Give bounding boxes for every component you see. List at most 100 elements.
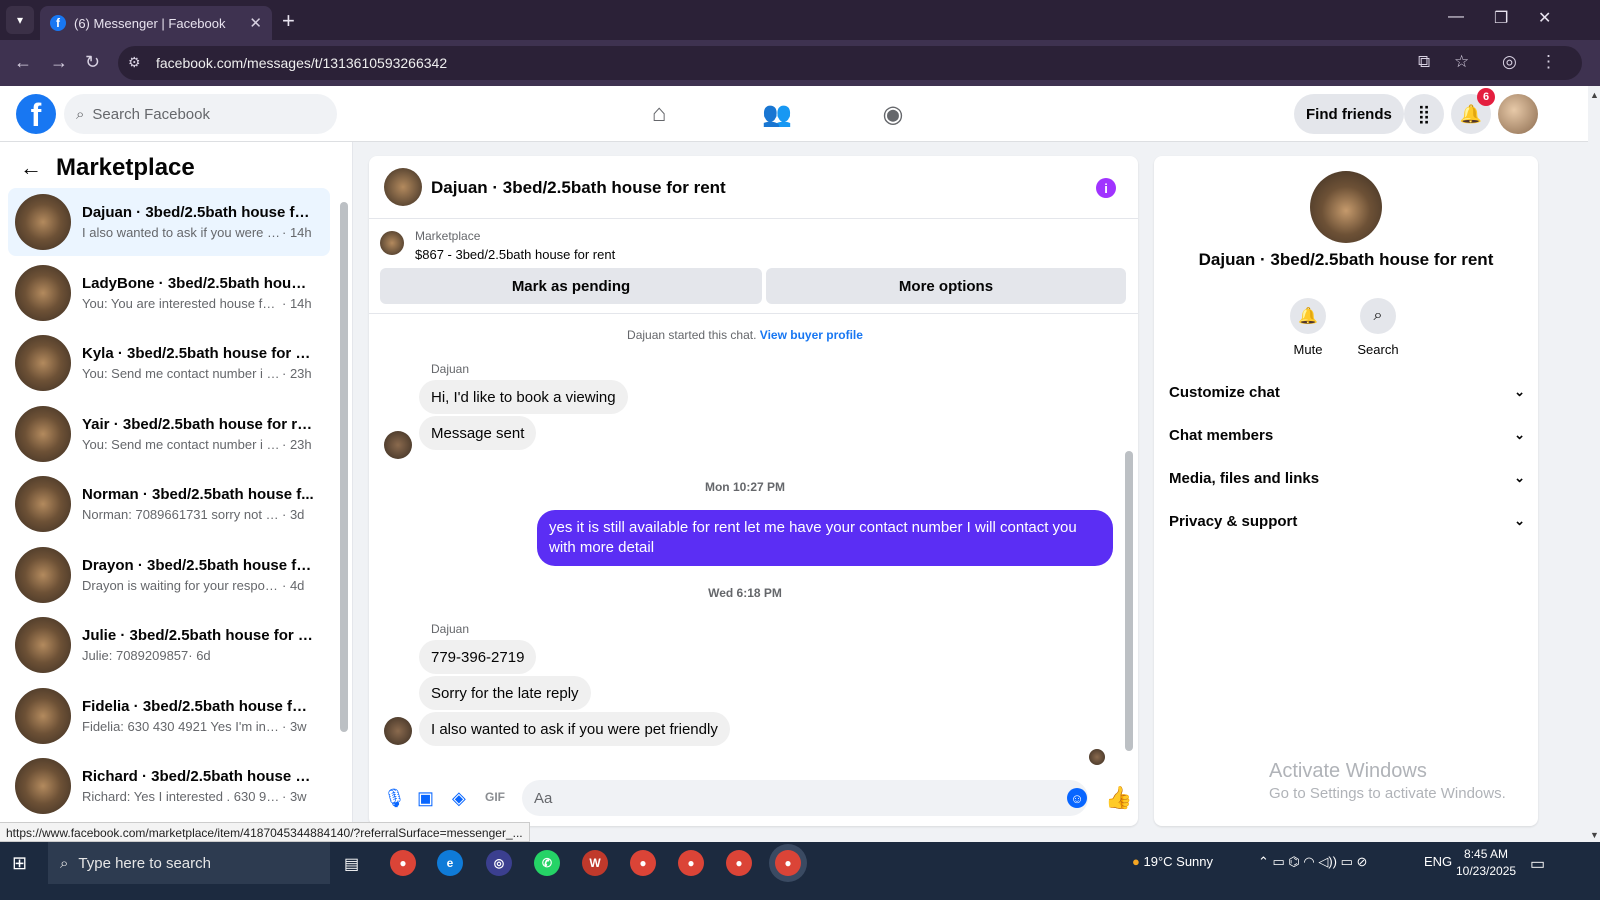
browser-tab[interactable]: f (6) Messenger | Facebook ✕ — [40, 6, 272, 40]
tab-list-button[interactable]: ▾ — [6, 6, 34, 34]
chat-scrollbar[interactable] — [1125, 451, 1133, 751]
preview-text: Julie: 7089209857 — [82, 648, 189, 663]
reload-icon[interactable]: ↻ — [85, 52, 100, 73]
language-indicator[interactable]: ENG — [1424, 854, 1452, 869]
url-text[interactable]: facebook.com/messages/t/1313610593266342 — [156, 55, 447, 71]
minimize-button[interactable]: — — [1448, 8, 1464, 26]
mark-as-pending-button[interactable]: Mark as pending — [380, 268, 762, 304]
conversation-avatar — [15, 405, 71, 462]
install-app-icon[interactable]: ⧉ — [1418, 52, 1430, 72]
page-scroll-down-icon[interactable]: ▼ — [1590, 830, 1599, 840]
taskbar-clock[interactable]: 8:45 AM 10/23/2025 — [1456, 846, 1516, 880]
whatsapp-app-icon[interactable]: ✆ — [534, 850, 560, 876]
conversation-item[interactable]: Norman · 3bed/2.5bath house f... Norman: … — [8, 470, 330, 538]
conversation-item[interactable]: Richard · 3bed/2.5bath house fo... Richar… — [8, 752, 330, 820]
search-icon: ⌕ — [1360, 298, 1396, 334]
conversation-item[interactable]: LadyBone · 3bed/2.5bath house ... You: Yo… — [8, 259, 330, 327]
groups-icon[interactable]: ◉ — [877, 98, 909, 130]
conversation-avatar — [15, 687, 71, 744]
conversation-item[interactable]: Dajuan · 3bed/2.5bath house for... I also… — [8, 188, 330, 256]
conversation-avatar — [15, 758, 71, 814]
friends-icon[interactable]: 👥 — [761, 98, 793, 130]
back-icon[interactable]: ← — [14, 52, 32, 73]
conversation-preview: Drayon is waiting for your response. · 4… — [82, 578, 314, 593]
facebook-logo-icon[interactable]: f — [16, 94, 56, 134]
link-status-url: https://www.facebook.com/marketplace/ite… — [0, 822, 530, 842]
info-icon[interactable]: i — [1096, 178, 1116, 198]
windows-start-icon[interactable]: ⊞ — [12, 853, 27, 874]
sender-avatar[interactable] — [384, 431, 412, 459]
forward-icon[interactable]: → — [50, 52, 68, 73]
chrome-profile-icon[interactable]: ● — [630, 850, 656, 876]
chrome-profile-icon[interactable]: ● — [726, 850, 752, 876]
conversation-avatar — [15, 476, 71, 532]
preview-time: · 3w — [282, 718, 307, 734]
message-bubble[interactable]: I also wanted to ask if you were pet fri… — [419, 712, 730, 746]
new-tab-button[interactable]: + — [282, 8, 295, 34]
message-bubble[interactable]: 779-396-2719 — [419, 640, 537, 674]
search-conversation-button[interactable]: ⌕ Search — [1348, 298, 1408, 357]
taskbar-search-input[interactable]: ⌕ Type here to search — [48, 842, 330, 884]
chat-members-section[interactable]: Chat members ⌄ — [1169, 415, 1525, 455]
sender-avatar[interactable] — [384, 717, 412, 745]
gif-icon[interactable]: GIF — [485, 790, 505, 804]
like-thumb-icon[interactable]: 👍 — [1105, 785, 1132, 811]
system-tray-icons[interactable]: ⌃ ▭ ⌬ ◠ ◁)) ▭ ⊘ — [1258, 854, 1367, 870]
chrome-active-icon[interactable]: ● — [775, 850, 801, 876]
emoji-icon[interactable]: ☺ — [1067, 788, 1087, 808]
conversation-item[interactable]: Fidelia · 3bed/2.5bath house for ... Fide… — [8, 682, 330, 750]
chat-title[interactable]: Dajuan · 3bed/2.5bath house for rent — [431, 178, 726, 198]
weather-widget[interactable]: ● 19°C Sunny — [1132, 854, 1213, 869]
home-icon[interactable]: ⌂ — [643, 98, 675, 130]
app-icon[interactable]: ◎ — [486, 850, 512, 876]
conversation-item[interactable]: Kyla · 3bed/2.5bath house for rent You: S… — [8, 329, 330, 397]
conversation-item[interactable]: Julie · 3bed/2.5bath house for re... Juli… — [8, 611, 330, 679]
media-files-links-section[interactable]: Media, files and links ⌄ — [1169, 458, 1525, 498]
more-options-button[interactable]: More options — [766, 268, 1126, 304]
chat-avatar[interactable] — [384, 168, 422, 206]
omnibox[interactable]: ⚙ facebook.com/messages/t/13136105932663… — [118, 46, 1582, 80]
restore-button[interactable]: ❐ — [1494, 8, 1508, 28]
message-list: Dajuan started this chat. View buyer pro… — [369, 314, 1138, 766]
facebook-search-input[interactable]: ⌕ Search Facebook — [64, 94, 337, 134]
profile-icon[interactable]: ◎ — [1502, 52, 1517, 72]
contact-avatar[interactable] — [1310, 171, 1382, 243]
tab-close-icon[interactable]: ✕ — [249, 14, 262, 32]
listing-thumbnail[interactable] — [380, 231, 404, 255]
customize-chat-section[interactable]: Customize chat ⌄ — [1169, 372, 1525, 412]
message-bubble[interactable]: Sorry for the late reply — [419, 676, 591, 710]
edge-app-icon[interactable]: e — [437, 850, 463, 876]
chrome-profile-icon[interactable]: ● — [678, 850, 704, 876]
chrome-app-icon[interactable]: ● — [390, 850, 416, 876]
chevron-down-icon: ⌄ — [1514, 470, 1525, 485]
page-scroll-up-icon[interactable]: ▲ — [1590, 90, 1599, 100]
outgoing-message-bubble[interactable]: yes it is still available for rent let m… — [537, 510, 1113, 566]
sidebar-scrollbar[interactable] — [340, 202, 348, 732]
close-window-button[interactable]: ✕ — [1538, 8, 1551, 28]
message-bubble[interactable]: Hi, I'd like to book a viewing — [419, 380, 628, 414]
task-view-icon[interactable]: ▤ — [344, 854, 359, 874]
site-info-icon[interactable]: ⚙ — [128, 54, 141, 71]
listing-title[interactable]: $867 - 3bed/2.5bath house for rent — [415, 247, 615, 262]
notifications-center-icon[interactable]: ▭ — [1530, 854, 1545, 874]
message-input[interactable]: Aa — [522, 780, 1088, 816]
conversation-preview: Richard: Yes I interested . 630 997 2...… — [82, 789, 314, 804]
find-friends-button[interactable]: Find friends — [1294, 94, 1404, 134]
browser-menu-icon[interactable]: ⋮ — [1540, 52, 1557, 72]
conversation-item[interactable]: Drayon · 3bed/2.5bath house fo... Drayon … — [8, 541, 330, 609]
back-arrow-icon[interactable]: ← — [20, 155, 42, 181]
wpm-app-icon[interactable]: W — [582, 850, 608, 876]
message-bubble[interactable]: Message sent — [419, 416, 537, 450]
microphone-icon[interactable]: 🎙 — [383, 788, 406, 809]
attach-photo-icon[interactable]: ▣ — [417, 788, 434, 809]
chat-start-notice: Dajuan started this chat. View buyer pro… — [369, 328, 1121, 342]
bookmark-star-icon[interactable]: ☆ — [1454, 52, 1469, 72]
menu-grid-icon[interactable]: ⣿ — [1404, 94, 1444, 134]
privacy-support-section[interactable]: Privacy & support ⌄ — [1169, 501, 1525, 541]
account-avatar[interactable] — [1498, 94, 1538, 134]
conversation-item[interactable]: Yair · 3bed/2.5bath house for rent You: S… — [8, 400, 330, 468]
sticker-icon[interactable]: ◈ — [452, 788, 466, 809]
view-buyer-profile-link[interactable]: View buyer profile — [760, 328, 863, 342]
activate-windows-watermark: Activate Windows Go to Settings to activ… — [1269, 760, 1506, 802]
mute-button[interactable]: 🔔 Mute — [1278, 298, 1338, 357]
